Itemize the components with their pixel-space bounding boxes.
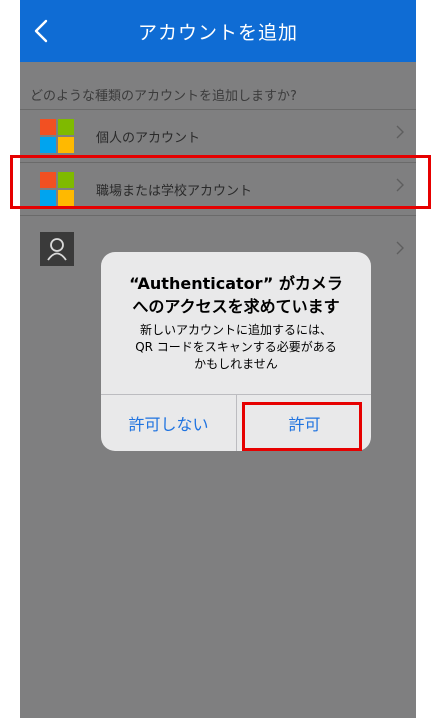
dialog-message-line: QR コードをスキャンする必要がある: [135, 340, 337, 354]
chevron-right-icon: [396, 241, 404, 255]
highlight-box-work-school: [10, 155, 431, 209]
phone-screen: アカウントを追加 どのような種類のアカウントを追加しますか? 個人のアカウント …: [20, 0, 416, 718]
chevron-right-icon: [396, 125, 404, 139]
dialog-title-line: へのアクセスを求めています: [132, 297, 340, 316]
dialog-message-line: 新しいアカウントに追加するには、: [139, 323, 332, 337]
navigation-bar: アカウントを追加: [20, 0, 416, 62]
dialog-title: “Authenticator” がカメラ へのアクセスを求めています: [101, 272, 371, 318]
highlight-box-allow: [242, 402, 362, 451]
dialog-message-line: かもしれません: [194, 357, 278, 371]
deny-button[interactable]: 許可しない: [101, 395, 236, 451]
microsoft-logo-icon: [40, 119, 74, 153]
section-header: どのような種類のアカウントを追加しますか?: [30, 89, 297, 104]
page-title: アカウントを追加: [137, 22, 298, 44]
dialog-message: 新しいアカウントに追加するには、 QR コードをスキャンする必要がある かもしれ…: [101, 322, 371, 373]
account-option-label: 個人のアカウント: [96, 131, 201, 146]
dialog-title-line: “Authenticator” がカメラ: [129, 274, 343, 293]
person-icon: [40, 232, 74, 266]
